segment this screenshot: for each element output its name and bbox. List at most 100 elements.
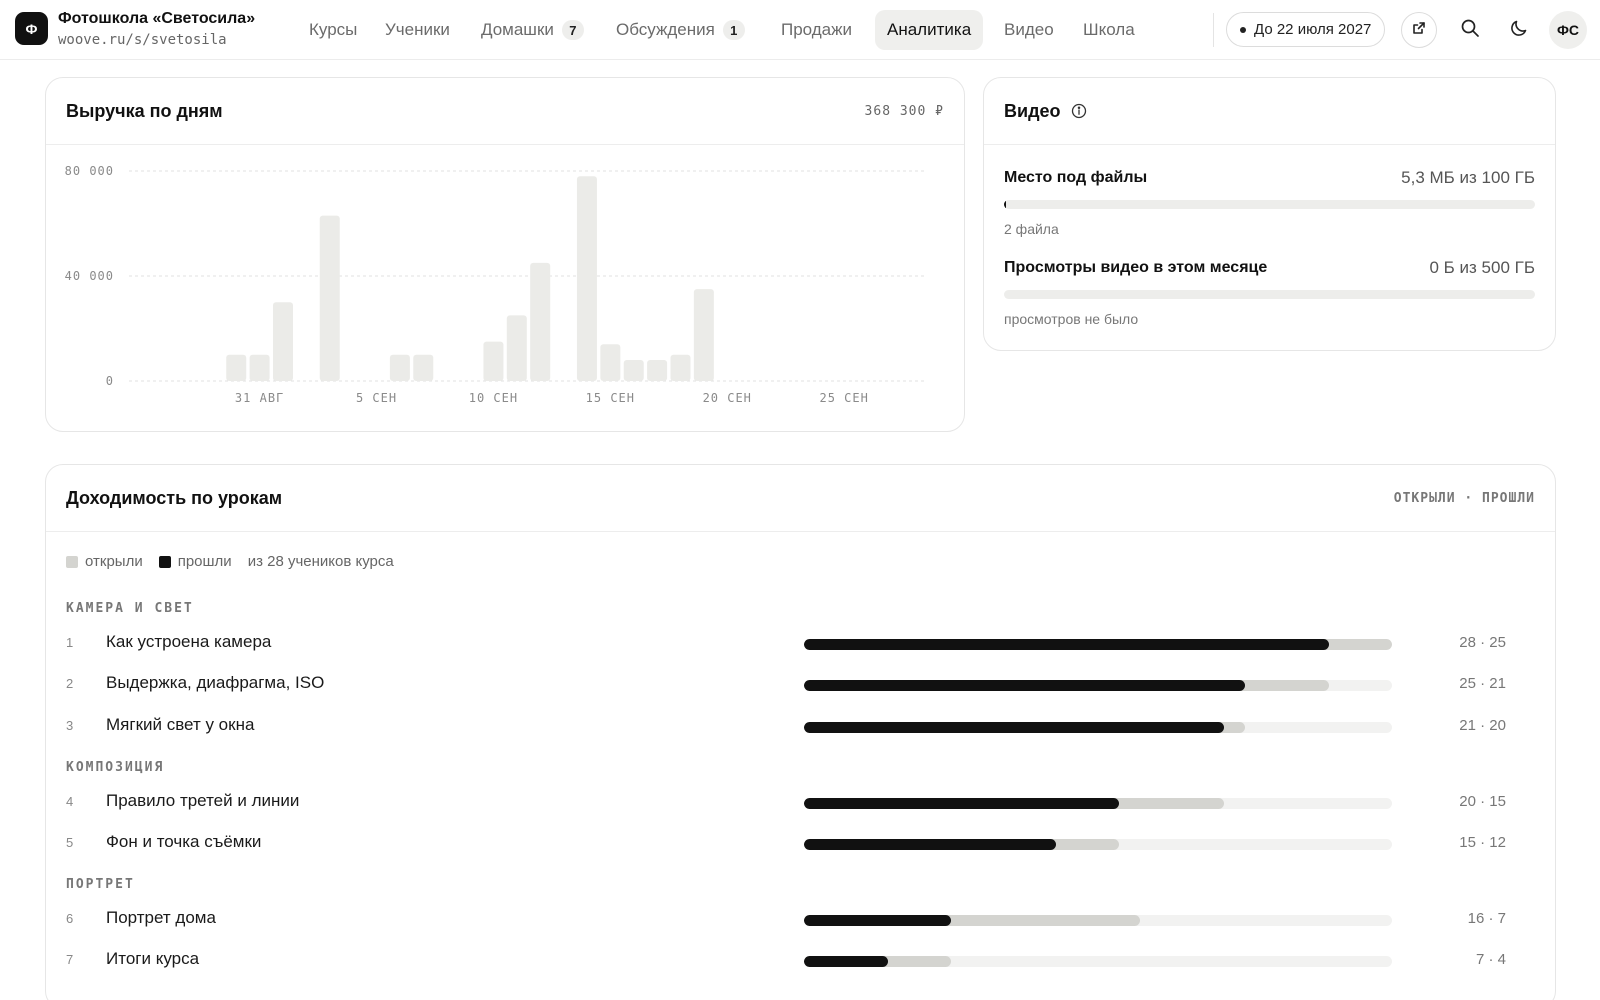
- revenue-bar[interactable]: [272, 302, 293, 381]
- lesson-row[interactable]: 3 Мягкий свет у окна 21 · 20: [66, 715, 1506, 739]
- lesson-progress-bar: [804, 639, 1392, 650]
- revenue-bar[interactable]: [483, 341, 504, 381]
- lessons-legend: открыли прошли из 28 учеников курса: [66, 553, 410, 570]
- plan-expiry-pill[interactable]: До 22 июля 2027: [1226, 12, 1386, 47]
- lesson-row[interactable]: 1 Как устроена камера 28 · 25: [66, 632, 1506, 656]
- x-tick-label: 31 АВГ: [235, 391, 284, 405]
- lesson-stat: 15 · 12: [1459, 834, 1506, 851]
- lesson-passed-bar: [804, 956, 888, 967]
- lesson-progress-bar: [804, 798, 1392, 809]
- lesson-name: Фон и точка съёмки: [106, 832, 262, 851]
- storage-value: 5,3 МБ из 100 ГБ: [1401, 168, 1535, 187]
- lesson-row[interactable]: 5 Фон и точка съёмки 15 · 12: [66, 832, 1506, 856]
- lesson-number: 1: [66, 635, 74, 650]
- views-metric: Просмотры видео в этом месяце 0 Б из 500…: [1004, 258, 1535, 327]
- nav-sales[interactable]: Продажи: [769, 10, 864, 50]
- revenue-bar[interactable]: [530, 262, 551, 381]
- nav-video[interactable]: Видео: [992, 10, 1066, 50]
- storage-bar: [1004, 200, 1535, 209]
- x-tick-label: 20 СЕН: [703, 391, 752, 405]
- views-label: Просмотры видео в этом месяце: [1004, 259, 1268, 276]
- revenue-bar[interactable]: [576, 176, 597, 381]
- x-tick-label: 5 СЕН: [356, 391, 397, 405]
- lesson-row[interactable]: 7 Итоги курса 7 · 4: [66, 949, 1506, 973]
- revenue-bar[interactable]: [249, 354, 270, 381]
- storage-metric: Место под файлы 5,3 МБ из 100 ГБ 2 файла: [1004, 168, 1535, 237]
- storage-note: 2 файла: [1004, 221, 1059, 237]
- lesson-number: 3: [66, 718, 74, 733]
- lesson-name: Выдержка, диафрагма, ISO: [106, 673, 325, 692]
- school-url[interactable]: woove.ru/s/svetosila: [58, 32, 227, 48]
- video-card: Видео Место под файлы 5,3 МБ из 100 ГБ 2…: [983, 77, 1556, 351]
- school-logo[interactable]: Ф: [15, 12, 48, 45]
- top-bar: Ф Фотошкола «Светосила» woove.ru/s/sveto…: [0, 0, 1600, 60]
- lesson-stat: 21 · 20: [1459, 717, 1506, 734]
- lesson-passed-bar: [804, 680, 1245, 691]
- nav-label: Курсы: [309, 20, 358, 39]
- lesson-name: Мягкий свет у окна: [106, 715, 255, 734]
- revenue-bar[interactable]: [226, 354, 247, 381]
- lesson-name: Как устроена камера: [106, 632, 272, 651]
- nav-label: Видео: [1004, 20, 1054, 39]
- lesson-number: 2: [66, 676, 74, 691]
- lesson-stat: 7 · 4: [1475, 951, 1506, 968]
- lessons-card: Доходимость по урокам ОТКРЫЛИ · ПРОШЛИ о…: [45, 464, 1556, 1000]
- theme-toggle-button[interactable]: [1501, 12, 1537, 48]
- nav-label: Ученики: [385, 20, 450, 39]
- storage-bar-fill: [1004, 200, 1007, 209]
- lesson-row[interactable]: 2 Выдержка, диафрагма, ISO 25 · 21: [66, 673, 1506, 697]
- revenue-chart-svg: 0 40 000 80 000 31 АВГ 5 СЕН 10 СЕН 15 СЕН 20 С…: [65, 164, 926, 405]
- video-card-header: Видео: [984, 78, 1555, 145]
- lesson-passed-bar: [804, 722, 1224, 733]
- lesson-stat: 16 · 7: [1467, 910, 1506, 927]
- nav-label: Продажи: [781, 20, 852, 39]
- lesson-row[interactable]: 4 Правило третей и линии 20 · 15: [66, 791, 1506, 815]
- lesson-name: Портрет дома: [106, 908, 216, 927]
- revenue-bar[interactable]: [693, 289, 714, 381]
- nav-homework[interactable]: Домашки 7: [469, 10, 596, 50]
- lesson-stat: 25 · 21: [1459, 675, 1506, 692]
- nav-discussions[interactable]: Обсуждения 1: [604, 10, 757, 50]
- revenue-chart: 0 40 000 80 000 31 АВГ 5 СЕН 10 СЕН 15 СЕН 20 С…: [46, 146, 964, 431]
- y-tick-label: 80 000: [65, 164, 114, 178]
- plan-expiry-label: До 22 июля 2027: [1254, 21, 1372, 38]
- revenue-bar[interactable]: [670, 354, 691, 381]
- nav-analytics[interactable]: Аналитика: [875, 10, 984, 50]
- lesson-stat: 28 · 25: [1459, 634, 1506, 651]
- user-avatar[interactable]: ФС: [1549, 11, 1587, 49]
- revenue-card-header: Выручка по дням 368 300 ₽: [46, 78, 964, 145]
- revenue-bar[interactable]: [389, 354, 410, 381]
- header-divider: [1213, 13, 1214, 47]
- x-tick-label: 15 СЕН: [586, 391, 635, 405]
- revenue-bar[interactable]: [600, 344, 621, 381]
- lesson-name: Итоги курса: [106, 949, 200, 968]
- lessons-meta: ОТКРЫЛИ · ПРОШЛИ: [1393, 490, 1535, 506]
- revenue-bar[interactable]: [647, 360, 668, 381]
- views-note: просмотров не было: [1004, 311, 1139, 327]
- nav-label: Школа: [1083, 20, 1135, 39]
- lessons-title: Доходимость по урокам: [66, 487, 283, 508]
- revenue-total: 368 300 ₽: [864, 103, 944, 119]
- open-site-button[interactable]: [1401, 12, 1437, 48]
- section-title: КАМЕРА И СВЕТ: [66, 601, 194, 616]
- lesson-progress-bar: [804, 839, 1392, 850]
- nav-school[interactable]: Школа: [1071, 10, 1147, 50]
- nav-label: Аналитика: [887, 20, 972, 39]
- section-title: ПОРТРЕТ: [66, 877, 135, 892]
- revenue-card: Выручка по дням 368 300 ₽ 0 40 000 80 000 3…: [45, 77, 965, 432]
- revenue-title: Выручка по дням: [66, 100, 223, 121]
- revenue-bar[interactable]: [319, 215, 340, 381]
- nav-courses[interactable]: Курсы: [297, 10, 369, 50]
- nav-students[interactable]: Ученики: [373, 10, 462, 50]
- legend-swatch-passed: [158, 555, 171, 568]
- search-button[interactable]: [1452, 12, 1488, 48]
- revenue-bar[interactable]: [506, 315, 527, 381]
- nav-label: Обсуждения: [616, 20, 715, 39]
- lesson-passed-bar: [804, 915, 951, 926]
- school-name[interactable]: Фотошкола «Светосила»: [58, 10, 255, 28]
- lesson-row[interactable]: 6 Портрет дома 16 · 7: [66, 908, 1506, 932]
- revenue-bar[interactable]: [413, 354, 434, 381]
- revenue-bar[interactable]: [623, 360, 644, 381]
- info-icon[interactable]: [1071, 103, 1087, 119]
- legend-note: из 28 учеников курса: [247, 553, 394, 570]
